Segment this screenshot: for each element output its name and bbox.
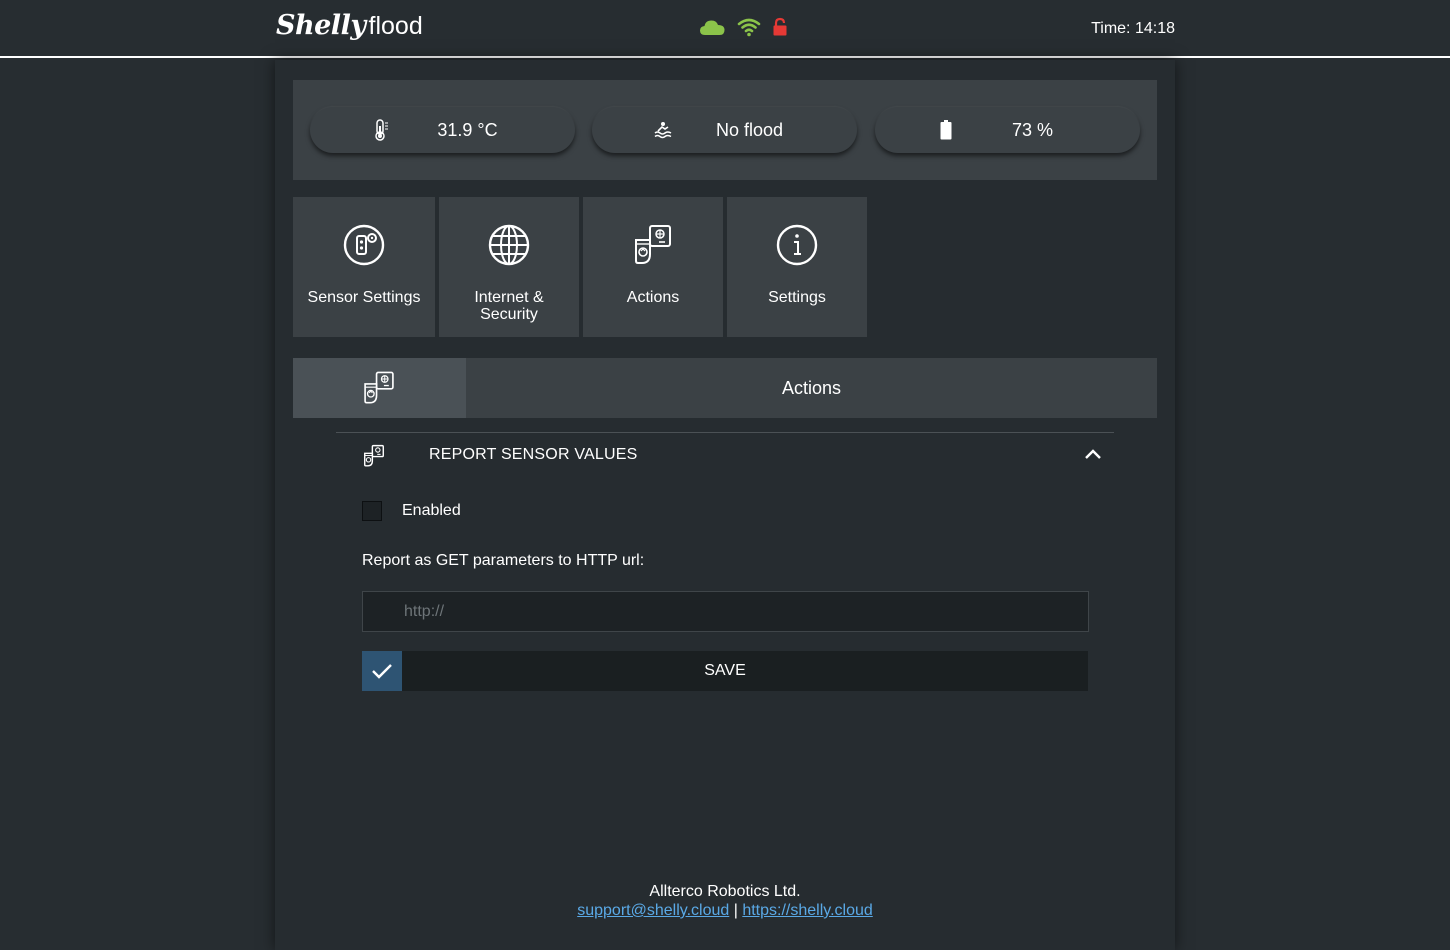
url-label: Report as GET parameters to HTTP url: — [362, 552, 645, 569]
battery-value: 73 % — [1011, 119, 1054, 140]
website-link[interactable]: https://shelly.cloud — [742, 902, 872, 919]
footer-links: support@shelly.cloud | https://shelly.cl… — [275, 901, 1175, 920]
time-label: Time: — [1091, 20, 1131, 37]
section-title: Actions — [781, 378, 842, 398]
cloud-icon — [699, 17, 726, 37]
tile-label: Settings — [768, 289, 826, 306]
main-panel: 31.9 °C No flood 73 % Sensor Settings In… — [275, 60, 1175, 950]
chevron-up-icon[interactable] — [1084, 447, 1102, 465]
footer: Allterco Robotics Ltd. support@shelly.cl… — [275, 882, 1175, 920]
enabled-row: Enabled — [362, 501, 461, 521]
tile-label: Sensor Settings — [307, 289, 421, 306]
actions-icon — [364, 371, 394, 404]
clock: Time: 14:18 — [1091, 20, 1175, 38]
actions-icon — [631, 223, 675, 267]
flood-readout: No flood — [592, 107, 857, 153]
wifi-icon — [737, 17, 761, 37]
shelly-flood-logo: Shelly flood — [276, 10, 423, 48]
actions-icon — [362, 444, 386, 473]
status-icons — [699, 17, 788, 37]
tile-actions[interactable]: Actions — [583, 197, 723, 337]
company-name: Allterco Robotics Ltd. — [649, 883, 801, 900]
logo-product: flood — [368, 12, 423, 40]
section-icon-box — [293, 358, 466, 418]
menu-tiles: Sensor Settings Internet & Security Acti… — [293, 197, 867, 337]
tile-label: Actions — [626, 289, 680, 306]
http-url-input[interactable] — [362, 591, 1089, 632]
section-header: Actions — [293, 358, 1157, 418]
enabled-label: Enabled — [402, 502, 461, 519]
lock-icon — [772, 17, 788, 37]
save-button[interactable]: SAVE — [362, 651, 1088, 691]
battery-readout: 73 % — [875, 107, 1140, 153]
enabled-checkbox[interactable] — [362, 501, 382, 521]
logo-brand: Shelly — [276, 10, 366, 41]
flood-value: No flood — [715, 119, 784, 140]
support-email-link[interactable]: support@shelly.cloud — [577, 902, 729, 919]
globe-icon — [487, 223, 531, 267]
time-value: 14:18 — [1134, 20, 1175, 37]
check-icon — [362, 651, 402, 691]
action-header[interactable]: REPORT SENSOR VALUES — [336, 433, 1114, 479]
tile-label: Internet & Security — [474, 289, 544, 323]
sensor-settings-icon — [342, 223, 386, 267]
footer-separator: | — [733, 902, 738, 919]
sensor-strip: 31.9 °C No flood 73 % — [293, 80, 1157, 180]
tile-sensor-settings[interactable]: Sensor Settings — [293, 197, 435, 337]
action-title: REPORT SENSOR VALUES — [429, 446, 638, 463]
temperature-value: 31.9 °C — [437, 119, 498, 140]
tile-settings[interactable]: Settings — [727, 197, 867, 337]
tile-internet-security[interactable]: Internet & Security — [439, 197, 579, 337]
top-bar: Shelly flood Time: 14:18 — [0, 0, 1450, 58]
info-icon — [775, 223, 819, 267]
temperature-readout: 31.9 °C — [310, 107, 575, 153]
action-report-sensor-values: REPORT SENSOR VALUES — [336, 432, 1114, 479]
save-label: SAVE — [704, 662, 746, 679]
